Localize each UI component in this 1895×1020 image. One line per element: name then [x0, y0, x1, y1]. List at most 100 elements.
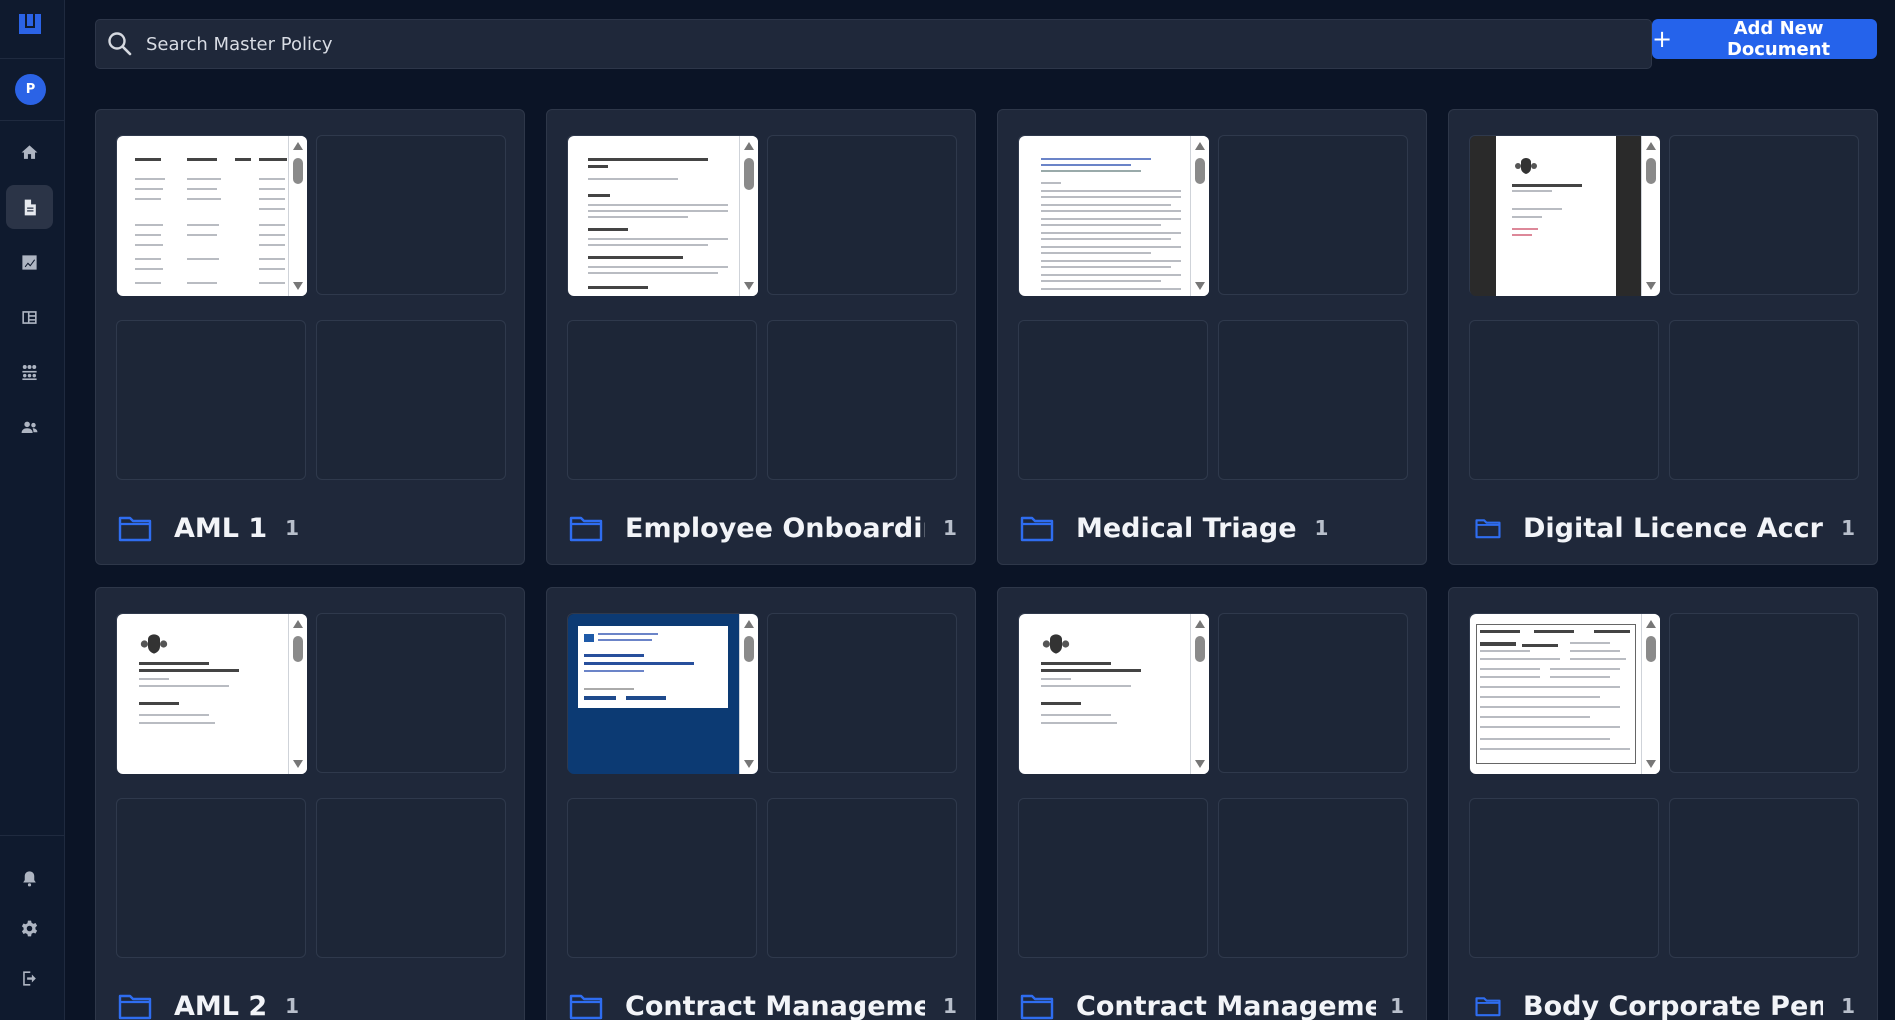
- table-icon: [22, 310, 37, 324]
- sidebar-item-documents[interactable]: [6, 185, 53, 229]
- search-input[interactable]: [146, 33, 1651, 55]
- coat-of-arms-icon: [1042, 634, 1070, 654]
- folder-card[interactable]: Contract Management 1: [546, 587, 976, 1020]
- preview-scrollbar[interactable]: [1190, 136, 1209, 296]
- folder-thumbnails: [116, 613, 506, 958]
- folder-thumbnails: [1018, 135, 1408, 480]
- preview-scrollbar[interactable]: [739, 136, 758, 296]
- document-count: 1: [285, 516, 300, 540]
- folder-title: AML 2: [174, 990, 268, 1020]
- document-preview[interactable]: [568, 136, 758, 296]
- coat-of-arms-icon: [140, 634, 168, 654]
- folder-card[interactable]: AML 2 1: [95, 587, 525, 1020]
- document-preview[interactable]: [1019, 136, 1209, 296]
- folder-icon: [1020, 516, 1054, 542]
- sidebar-item-notifications[interactable]: [6, 856, 53, 900]
- document-preview[interactable]: [1470, 614, 1660, 774]
- folder-footer: AML 1 1: [118, 510, 508, 546]
- document-preview[interactable]: [117, 614, 307, 774]
- preview-scrollbar[interactable]: [288, 136, 307, 296]
- folder-footer: Contract Manageme... 1: [1020, 988, 1410, 1020]
- policy-folder-grid: AML 1 1 Employee Onboardi 1 Medical Tria…: [95, 109, 1880, 1020]
- thumbnail-slot: [1669, 798, 1859, 958]
- folder-title: Medical Triage: [1076, 512, 1297, 544]
- preview-scrollbar[interactable]: [1641, 136, 1660, 296]
- document-preview[interactable]: [1470, 136, 1660, 296]
- add-new-document-button[interactable]: + Add New Document: [1652, 18, 1877, 60]
- thumbnail-slot: [116, 798, 306, 958]
- thumbnail-slot[interactable]: [116, 613, 307, 774]
- thumbnail-slot: [1018, 798, 1208, 958]
- document-count: 1: [1390, 994, 1404, 1018]
- folder-thumbnails: [116, 135, 506, 480]
- folder-icon: [118, 994, 152, 1020]
- sidebar-item-records[interactable]: [6, 295, 53, 339]
- document-page: [1019, 614, 1190, 774]
- document-count: 1: [1841, 994, 1855, 1018]
- folder-card[interactable]: Contract Manageme... 1: [997, 587, 1427, 1020]
- preview-scrollbar[interactable]: [739, 614, 758, 774]
- document-count: 1: [285, 994, 300, 1018]
- folder-card[interactable]: Medical Triage 1: [997, 109, 1427, 565]
- thumbnail-slot[interactable]: [1018, 135, 1209, 296]
- folder-footer: Contract Management 1: [569, 988, 959, 1020]
- avatar[interactable]: P: [15, 74, 46, 105]
- sidebar-item-logout[interactable]: [6, 956, 53, 1000]
- folder-footer: AML 2 1: [118, 988, 508, 1020]
- folder-card[interactable]: Digital Licence Accre... 1: [1448, 109, 1878, 565]
- document-count: 1: [943, 994, 957, 1018]
- users-icon: [21, 421, 38, 433]
- thumbnail-slot[interactable]: [567, 613, 758, 774]
- sidebar-divider: [0, 120, 65, 121]
- thumbnail-slot[interactable]: [1469, 135, 1660, 296]
- thumbnail-slot: [1218, 613, 1408, 773]
- preview-scrollbar[interactable]: [288, 614, 307, 774]
- thumbnail-slot: [1669, 135, 1859, 295]
- thumbnail-slot: [1669, 613, 1859, 773]
- folder-icon: [118, 516, 152, 542]
- folder-footer: Employee Onboarding 1: [569, 510, 959, 546]
- thumbnail-slot[interactable]: [1018, 613, 1209, 774]
- preview-scrollbar[interactable]: [1641, 614, 1660, 774]
- thumbnail-slot[interactable]: [1469, 613, 1660, 774]
- thumbnail-slot: [1218, 798, 1408, 958]
- folder-footer: Digital Licence Accre... 1: [1471, 510, 1861, 546]
- search-bar: [95, 19, 1652, 69]
- folder-card[interactable]: Body Corporate Penth... 1: [1448, 587, 1878, 1020]
- add-new-document-label: Add New Document: [1726, 18, 1831, 60]
- logout-icon: [23, 970, 36, 986]
- folder-card[interactable]: Employee Onboarding 1: [546, 109, 976, 565]
- folder-title: Employee Onboarding: [625, 512, 925, 544]
- document-preview[interactable]: [1019, 614, 1209, 774]
- search-icon: [108, 32, 132, 56]
- folder-icon: [569, 516, 603, 542]
- app-logo-icon[interactable]: [17, 12, 43, 36]
- sidebar-item-home[interactable]: [6, 130, 53, 174]
- thumbnail-slot: [567, 798, 757, 958]
- document-page: [1470, 614, 1641, 774]
- folder-footer: Body Corporate Penth... 1: [1471, 988, 1861, 1020]
- sidebar-item-team[interactable]: [6, 405, 53, 449]
- folder-title: Digital Licence Accre...: [1523, 512, 1823, 544]
- home-icon: [21, 144, 38, 159]
- document-page: [1470, 136, 1641, 296]
- thumbnail-slot[interactable]: [116, 135, 307, 296]
- folder-thumbnails: [567, 613, 957, 958]
- thumbnail-slot: [1669, 320, 1859, 480]
- sidebar-item-analytics[interactable]: [6, 240, 53, 284]
- plus-icon: +: [1652, 25, 1673, 53]
- folder-card[interactable]: AML 1 1: [95, 109, 525, 565]
- sidebar: P: [0, 0, 65, 1020]
- sidebar-item-organization[interactable]: [6, 350, 53, 394]
- sidebar-item-settings[interactable]: [6, 906, 53, 950]
- folder-thumbnails: [567, 135, 957, 480]
- sidebar-divider: [0, 58, 65, 59]
- document-preview[interactable]: [568, 614, 758, 774]
- folder-thumbnails: [1018, 613, 1408, 958]
- document-preview[interactable]: [117, 136, 307, 296]
- preview-scrollbar[interactable]: [1190, 614, 1209, 774]
- thumbnail-slot[interactable]: [567, 135, 758, 296]
- document-count: 1: [943, 516, 957, 540]
- document-page: [117, 614, 288, 774]
- document-page: [568, 614, 739, 774]
